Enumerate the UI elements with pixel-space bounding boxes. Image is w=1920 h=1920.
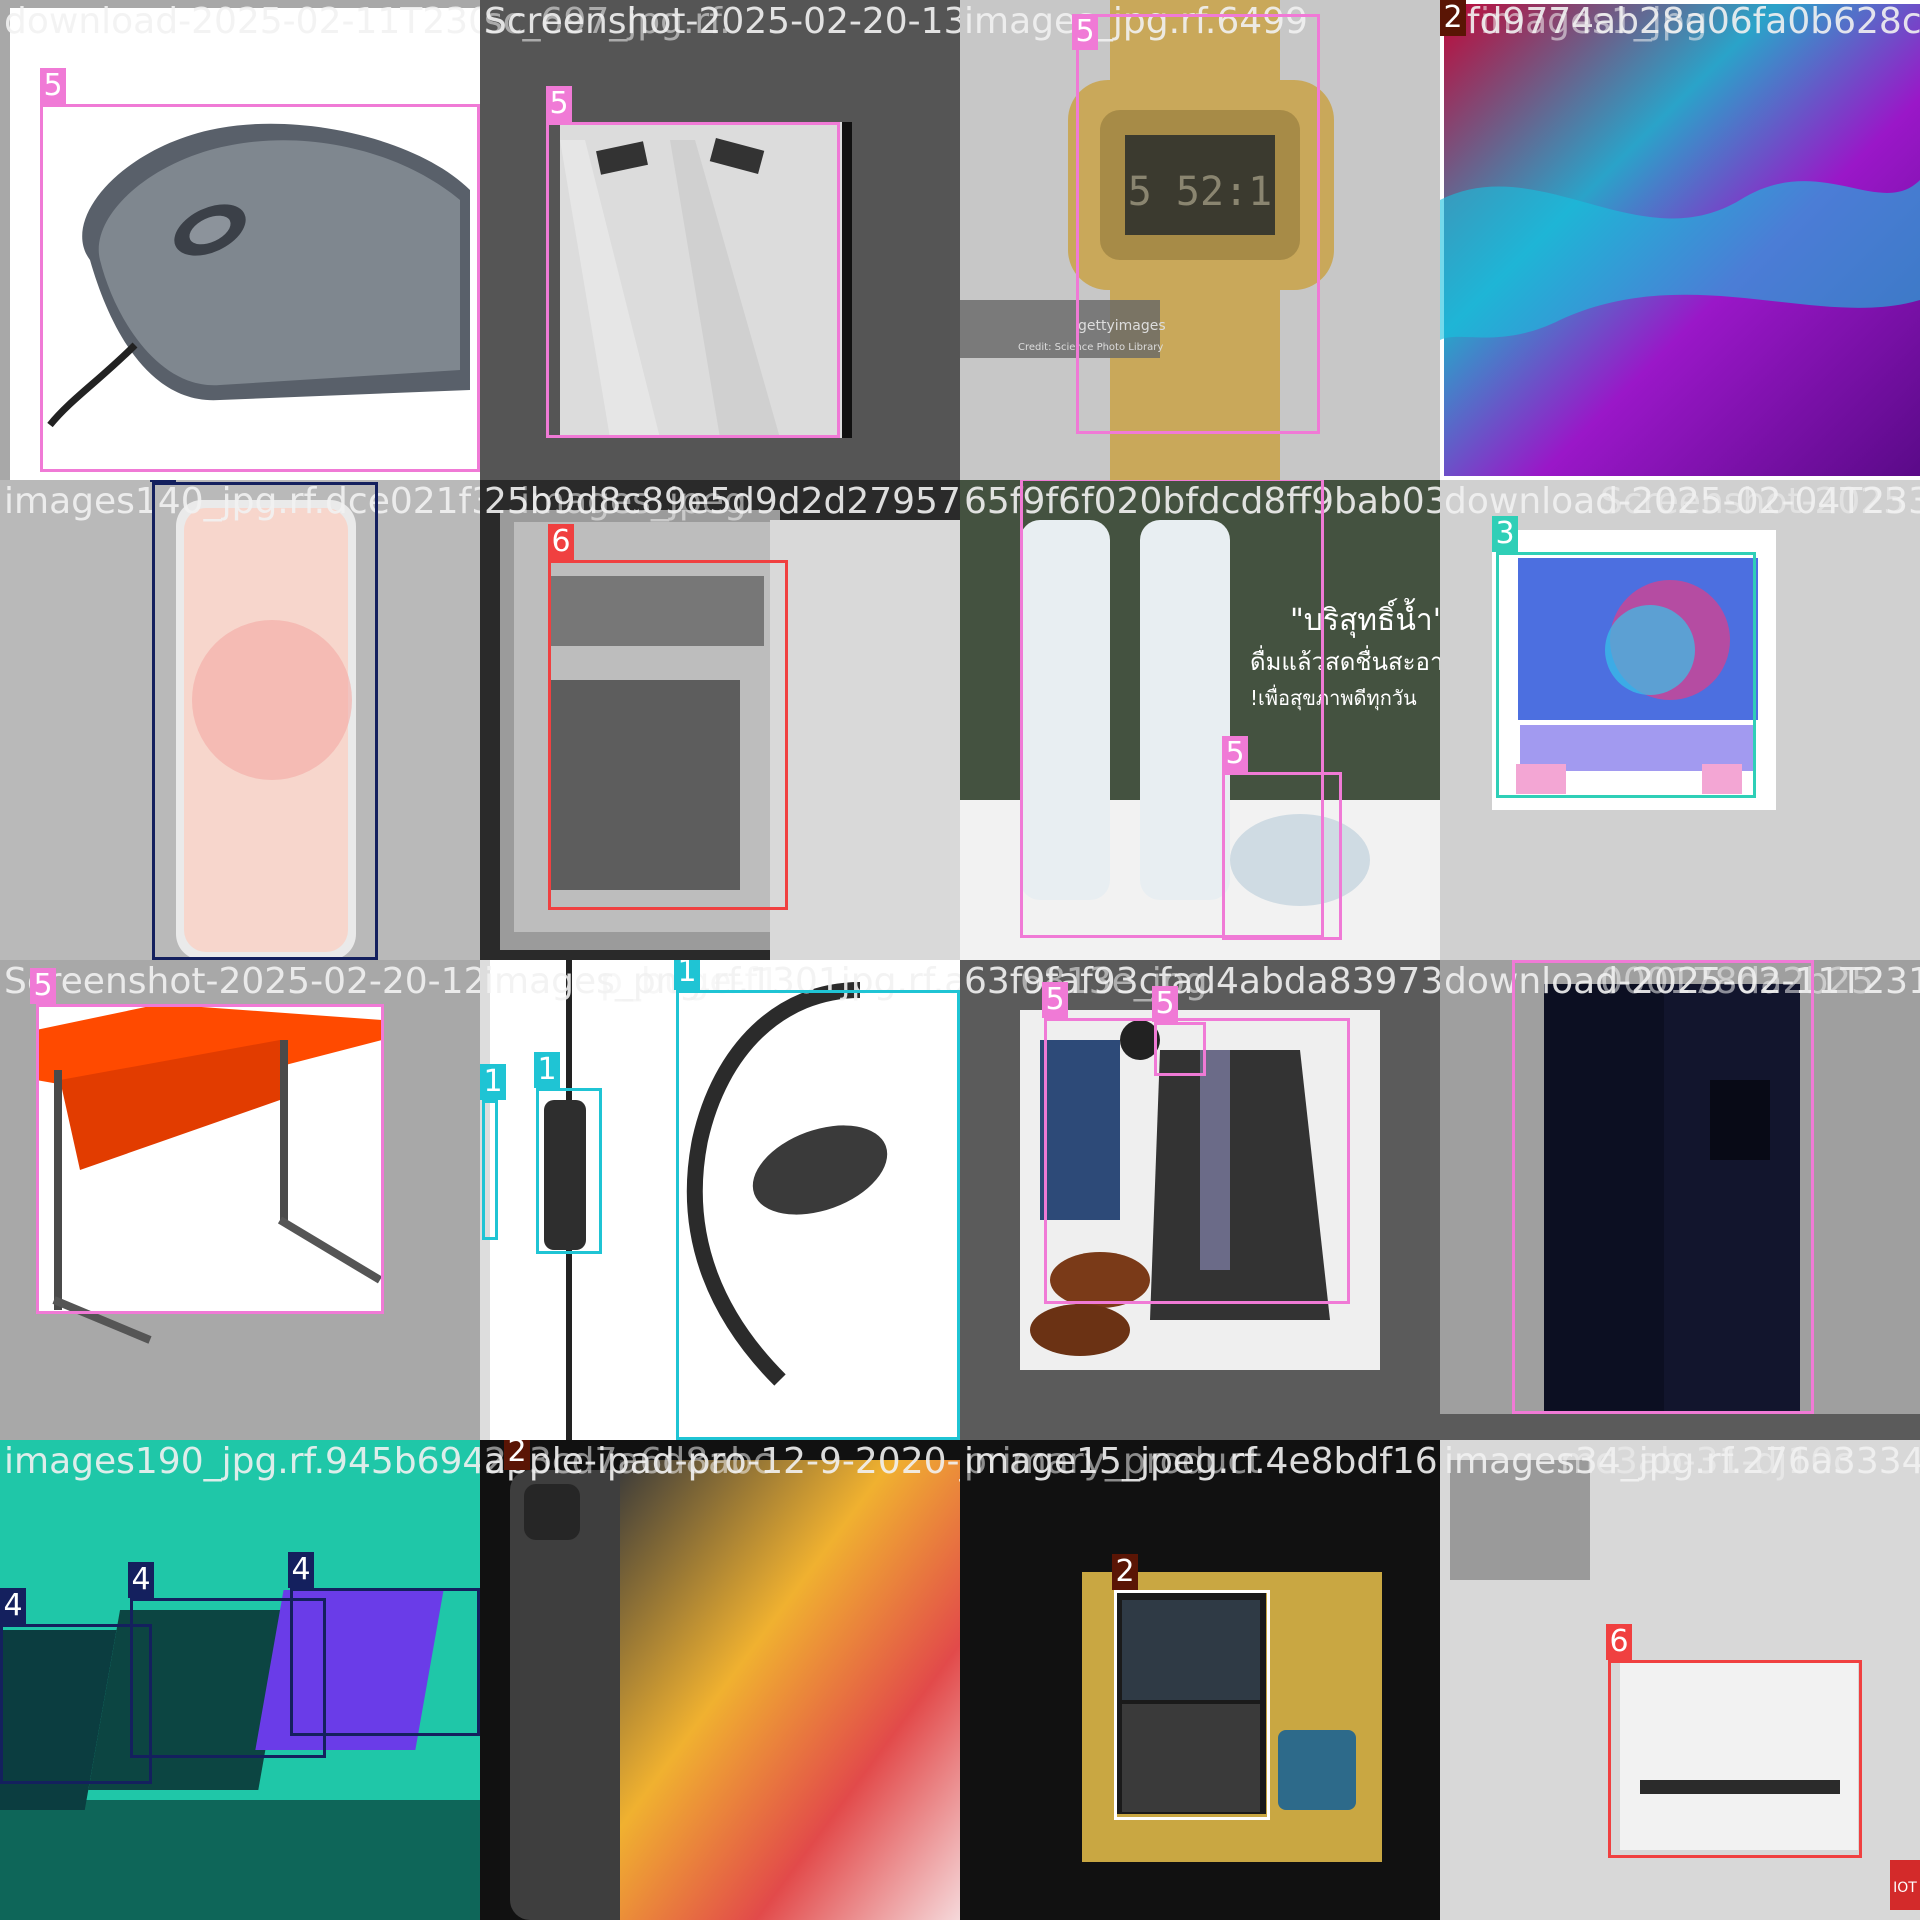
bbox-label: 3 xyxy=(1492,516,1518,552)
bbox-label: 5 xyxy=(1072,14,1098,50)
bbox-class-5 xyxy=(1512,960,1814,1414)
bbox-label: 5 xyxy=(546,86,572,122)
bbox-class-1 xyxy=(482,1100,498,1240)
tile-ipad-pro: apple-ipad-pro-12-9-2020-_pi 2o3cd7a6d8a… xyxy=(480,1440,960,1920)
bbox-class-6 xyxy=(1608,1660,1862,1858)
tile-fridge: download-2025-02-11T2314 000178da2b25 5 xyxy=(1440,960,1920,1440)
tile-bottles: "บริสุทธิ์น้ำ" ดื่มแล้วสดชื่นสะอาด !เพื่… xyxy=(960,480,1440,960)
bbox-label: 6 xyxy=(548,524,574,560)
bbox-class-5 xyxy=(1222,772,1342,940)
tile-filename-overlap: primary_product xyxy=(964,1441,1262,1482)
bbox-class-5 xyxy=(1154,1022,1206,1076)
bbox-class-4 xyxy=(290,1588,480,1736)
wallpaper-image xyxy=(1440,0,1920,480)
bbox-label: 4 xyxy=(150,480,176,482)
bbox-class-5 xyxy=(546,122,840,438)
tile-earphones: images_png.rf.1301jpg.rf.aa8b17 p_buge-f… xyxy=(480,960,960,1440)
tile-outfit: 63f9faf93cfad4abda8397389f 6813e_jpg 5 5 xyxy=(960,960,1440,1440)
bbox-label: 1 xyxy=(674,960,700,990)
bbox-label: 5 xyxy=(1222,736,1248,772)
bbox-class-6 xyxy=(548,560,788,910)
bbox-label: 2 xyxy=(504,1440,530,1470)
tile-tablet-keyboard: image15_jpeg.rf.4e8bdf1604 primary_produ… xyxy=(960,1440,1440,1920)
bbox-class-1 xyxy=(536,1088,602,1254)
bbox-label: 5 xyxy=(40,68,66,104)
bbox-class-5 xyxy=(40,104,480,472)
tile-wallpaper: 2fd9774ab28a06fa0b628c images1_jpg 2 xyxy=(1440,0,1920,480)
bbox-label: 1 xyxy=(534,1052,560,1088)
bbox-class-3 xyxy=(1496,552,1756,798)
bbox-label: 5 xyxy=(30,968,56,1004)
ipad-pro-image xyxy=(480,1440,960,1920)
tile-desk: Screenshot-2025-02-20-1212 5 xyxy=(0,960,480,1440)
tile-filename-overlap: sc_697_jpg.rf. xyxy=(484,1,731,42)
bbox-label: 1 xyxy=(480,1064,506,1100)
tile-phone: images140_jpg.rf.dce021f3a 4 xyxy=(0,480,480,960)
bbox-label: 4 xyxy=(128,1562,154,1598)
bbox-class-5 xyxy=(1076,14,1320,434)
bbox-label: 2 xyxy=(1112,1554,1138,1590)
bbox-class-1 xyxy=(676,990,960,1440)
bbox-class-5 xyxy=(36,1004,384,1314)
bbox-label: 5 xyxy=(1042,982,1068,1018)
tile-window-ac: 25b9d8c89e5d9d2d27957cfc images_jpeg 6 xyxy=(480,480,960,960)
bbox-class-4 xyxy=(152,482,378,960)
tile-clipboards: Screenshot-2025-02-20-1325 sc_697_jpg.rf… xyxy=(480,0,960,480)
bbox-label: 6 xyxy=(1606,1624,1632,1660)
tile-split-ac: IOT images34_jpg.rf.276a33348 mc3ab-31-d… xyxy=(1440,1440,1920,1920)
tile-filename: download-2025-02-11T2302 xyxy=(4,1,480,42)
tile-mouse: download-2025-02-11T2302 5 xyxy=(0,0,480,480)
tile-filename-overlap: mc3ab-31-dj10c xyxy=(1560,1441,1853,1482)
bbox-label: 2 xyxy=(1440,0,1466,36)
tile-filename-overlap: images_jpeg xyxy=(520,481,747,522)
detection-mosaic: download-2025-02-11T2302 5 Screenshot-20… xyxy=(0,0,1920,1920)
tile-filename: images190_jpg.rf.945b694cc xyxy=(4,1441,480,1482)
bbox-class-2 xyxy=(1114,1590,1270,1820)
bbox-label: 5 xyxy=(1152,986,1178,1022)
tile-watch: 5 52:1 gettyimages Credit: Science Photo… xyxy=(960,0,1440,480)
tile-laptop: download-2025-02-04T233540 Screenshot-20… xyxy=(1440,480,1920,960)
tile-three-phones: images190_jpg.rf.945b694cc 4 4 4 xyxy=(0,1440,480,1920)
tile-filename: Screenshot-2025-02-20-1212 xyxy=(4,961,480,1002)
tile-filename-overlap: images1_jpg xyxy=(1480,1,1708,42)
bbox-label: 4 xyxy=(0,1588,26,1624)
ac-badge: IOT xyxy=(1893,1880,1917,1896)
bbox-label: 4 xyxy=(288,1552,314,1588)
tile-filename-overlap: Screenshot-2025 xyxy=(1600,481,1907,522)
